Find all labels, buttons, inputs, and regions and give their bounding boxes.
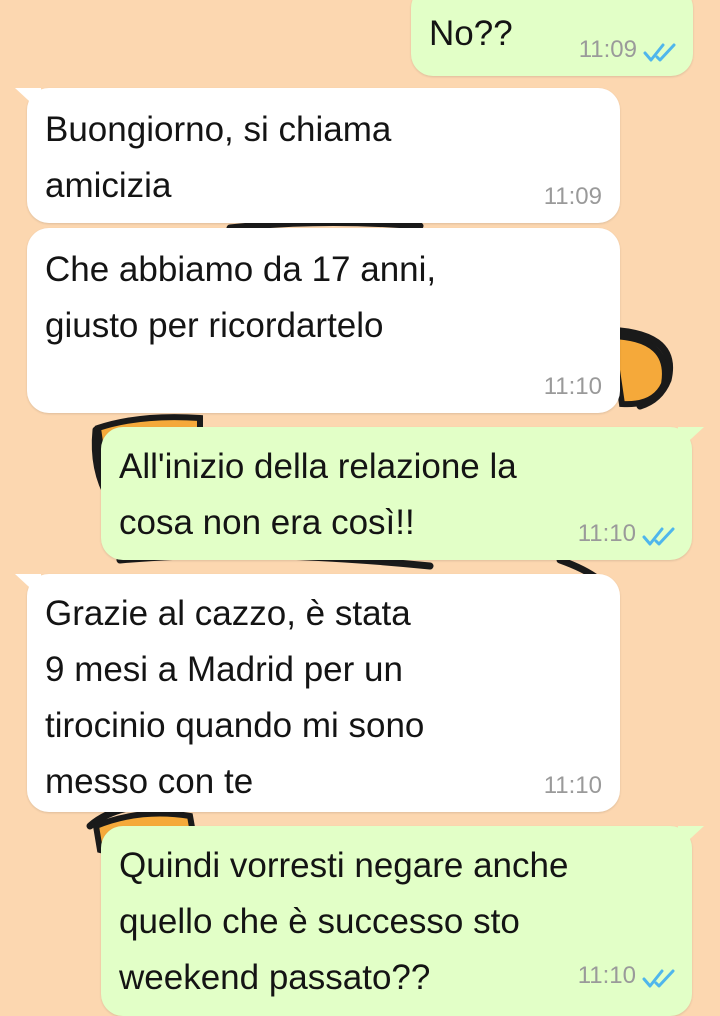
message-bubble-outgoing[interactable]: No?? 11:09 bbox=[411, 0, 693, 76]
message-time: 11:09 bbox=[578, 36, 637, 63]
message-bubble-outgoing[interactable]: Quindi vorresti negare anche quello che … bbox=[101, 826, 704, 1016]
bubble-tail bbox=[678, 826, 704, 850]
double-check-icon bbox=[642, 527, 675, 546]
bubble-tail bbox=[678, 427, 704, 451]
message-time: 11:09 bbox=[543, 183, 602, 210]
message-text: No?? bbox=[429, 14, 513, 53]
bubble-tail bbox=[15, 88, 41, 112]
message-text: Quindi vorresti negare anche quello che … bbox=[119, 846, 569, 997]
message-bubble-incoming[interactable]: Buongiorno, si chiama amicizia 11:09 bbox=[15, 88, 620, 223]
message-text: Che abbiamo da 17 anni, giusto per ricor… bbox=[45, 250, 437, 345]
message-time: 11:10 bbox=[543, 772, 602, 799]
double-check-icon bbox=[643, 43, 676, 62]
message-bubble-outgoing[interactable]: All'inizio della relazione la cosa non e… bbox=[101, 427, 704, 560]
message-text: Grazie al cazzo, è stata 9 mesi a Madrid… bbox=[45, 594, 425, 801]
bubble-tail bbox=[15, 574, 41, 598]
message-time: 11:10 bbox=[577, 520, 636, 547]
message-bubble-incoming[interactable]: Che abbiamo da 17 anni, giusto per ricor… bbox=[27, 228, 620, 413]
message-time: 11:10 bbox=[577, 962, 636, 989]
double-check-icon bbox=[642, 969, 675, 988]
message-text: Buongiorno, si chiama amicizia bbox=[45, 110, 392, 205]
message-time: 11:10 bbox=[543, 373, 602, 400]
message-bubble-incoming[interactable]: Grazie al cazzo, è stata 9 mesi a Madrid… bbox=[15, 574, 620, 812]
message-text: All'inizio della relazione la cosa non e… bbox=[119, 447, 517, 542]
